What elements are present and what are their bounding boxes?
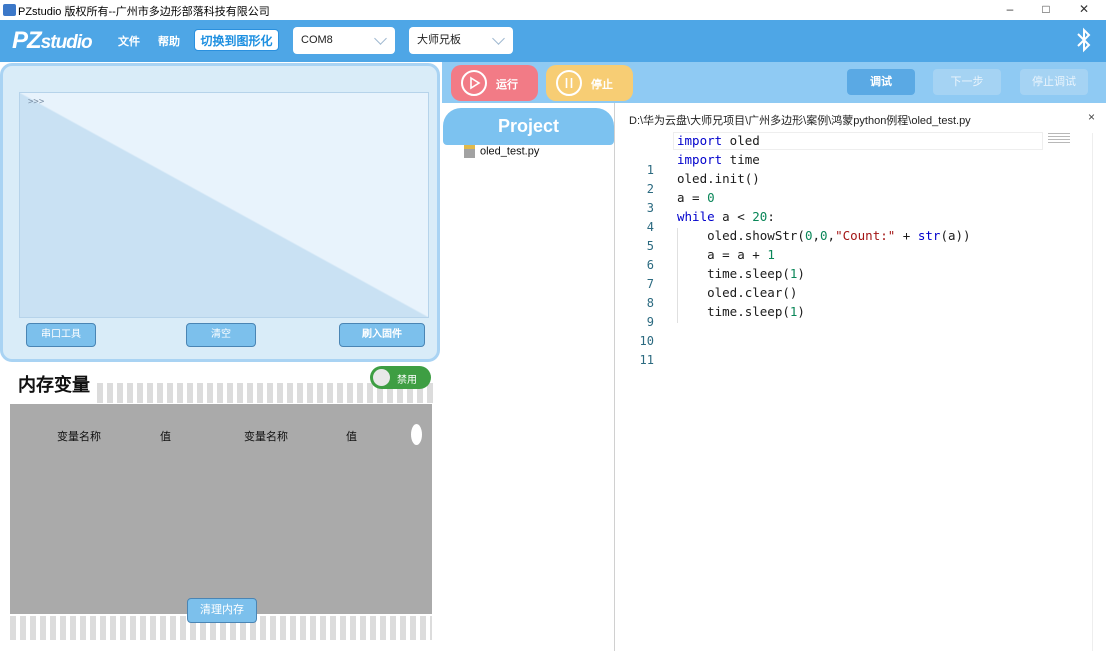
port-select[interactable]: COM8 bbox=[293, 27, 395, 54]
bluetooth-svg bbox=[1077, 27, 1091, 53]
code-line[interactable]: a = 0 bbox=[677, 190, 715, 205]
line-number: 11 bbox=[639, 353, 654, 367]
scroll-handle[interactable] bbox=[411, 424, 422, 445]
line-number: 6 bbox=[646, 258, 654, 272]
menu-bar: PZstudio 文件 帮助 切换到图形化 COM8 大师兄板 bbox=[0, 20, 1106, 62]
code-line[interactable]: import time bbox=[677, 152, 760, 167]
code-editor[interactable]: D:\华为云盘\大师兄项目\广州多边形\案例\鸿蒙python例程\oled_t… bbox=[616, 103, 1106, 651]
chevron-down-icon bbox=[374, 32, 387, 45]
clear-console-button[interactable]: 清空 bbox=[186, 323, 256, 347]
line-number: 9 bbox=[646, 315, 654, 329]
flash-firmware-button[interactable]: 刷入固件 bbox=[339, 323, 425, 347]
debug-button[interactable]: 调试 bbox=[847, 69, 915, 95]
code-minimap[interactable] bbox=[1048, 133, 1070, 145]
line-number: 10 bbox=[639, 334, 654, 348]
editor-file-path: D:\华为云盘\大师兄项目\广州多边形\案例\鸿蒙python例程\oled_t… bbox=[629, 115, 971, 127]
memory-variables-table: 变量名称 值 变量名称 值 bbox=[10, 404, 432, 614]
window-titlebar: PZstudio 版权所有--广州市多边形部落科技有限公司 – □ ✕ bbox=[0, 0, 1106, 20]
project-panel: Project oled_test.py bbox=[442, 103, 615, 651]
line-number: 3 bbox=[646, 201, 654, 215]
line-number: 5 bbox=[646, 239, 654, 253]
pause-icon bbox=[556, 70, 582, 96]
line-number: 7 bbox=[646, 277, 654, 291]
code-line[interactable]: time.sleep(1) bbox=[677, 266, 805, 281]
line-number: 4 bbox=[646, 220, 654, 234]
pzstudio-logo: PZstudio bbox=[12, 27, 93, 55]
console-panel: >>> 串口工具 清空 刷入固件 bbox=[0, 63, 440, 362]
code-line[interactable]: time.sleep(1) bbox=[677, 304, 805, 319]
maximize-button[interactable]: □ bbox=[1030, 0, 1062, 20]
run-toolbar: 运行 停止 调试 下一步 停止调试 bbox=[442, 62, 1106, 103]
clear-memory-button[interactable]: 清理内存 bbox=[187, 598, 257, 623]
run-label: 运行 bbox=[496, 79, 518, 91]
console-output[interactable]: >>> bbox=[19, 92, 429, 318]
column-header-name-2: 变量名称 bbox=[244, 431, 288, 443]
memory-toggle[interactable]: 禁用 bbox=[370, 366, 431, 389]
menu-file[interactable]: 文件 bbox=[118, 33, 140, 49]
column-header-value-2: 值 bbox=[346, 431, 357, 443]
menu-help[interactable]: 帮助 bbox=[158, 33, 180, 49]
app-icon bbox=[3, 4, 16, 16]
close-window-button[interactable]: ✕ bbox=[1068, 0, 1100, 20]
project-file-item[interactable]: oled_test.py bbox=[464, 145, 539, 158]
board-select-value: 大师兄板 bbox=[417, 34, 461, 46]
pause-svg bbox=[565, 78, 573, 88]
board-select[interactable]: 大师兄板 bbox=[409, 27, 513, 54]
code-line[interactable]: while a < 20: bbox=[677, 209, 775, 224]
line-number: 8 bbox=[646, 296, 654, 310]
run-button[interactable]: 运行 bbox=[451, 65, 538, 101]
toggle-label: 禁用 bbox=[397, 375, 417, 386]
code-line[interactable]: a = a + 1 bbox=[677, 247, 775, 262]
minimize-button[interactable]: – bbox=[994, 0, 1026, 20]
memory-variables-title: 内存变量 bbox=[12, 367, 97, 403]
window-title: PZstudio 版权所有--广州市多边形部落科技有限公司 bbox=[18, 6, 270, 18]
code-line[interactable]: oled.init() bbox=[677, 171, 760, 186]
logo-main-text: PZ bbox=[12, 27, 42, 54]
python-file-icon bbox=[464, 145, 475, 158]
chevron-down-icon bbox=[492, 32, 505, 45]
bluetooth-icon[interactable] bbox=[1074, 26, 1094, 54]
column-header-value-1: 值 bbox=[160, 431, 171, 443]
code-line[interactable]: import oled bbox=[677, 133, 760, 148]
column-header-name-1: 变量名称 bbox=[57, 431, 101, 443]
stop-debug-button[interactable]: 停止调试 bbox=[1020, 69, 1088, 95]
port-select-value: COM8 bbox=[301, 34, 333, 46]
logo-sub-text: studio bbox=[40, 32, 93, 53]
play-icon bbox=[461, 70, 487, 96]
code-line[interactable]: oled.clear() bbox=[677, 285, 797, 300]
next-step-button[interactable]: 下一步 bbox=[933, 69, 1001, 95]
toggle-knob bbox=[373, 369, 390, 386]
close-tab-icon[interactable]: × bbox=[1088, 110, 1095, 124]
editor-scrollbar[interactable] bbox=[1092, 133, 1102, 651]
serial-tool-button[interactable]: 串口工具 bbox=[26, 323, 96, 347]
console-prompt: >>> bbox=[28, 97, 45, 107]
line-number: 1 bbox=[646, 163, 654, 177]
file-name: oled_test.py bbox=[480, 145, 540, 158]
line-number: 2 bbox=[646, 182, 654, 196]
code-line[interactable]: oled.showStr(0,0,"Count:" + str(a)) bbox=[677, 228, 970, 243]
stop-label: 停止 bbox=[591, 79, 613, 91]
play-svg bbox=[470, 76, 481, 90]
stop-button[interactable]: 停止 bbox=[546, 65, 633, 101]
project-header: Project bbox=[443, 108, 614, 145]
switch-to-graphical-button[interactable]: 切换到图形化 bbox=[194, 29, 279, 51]
